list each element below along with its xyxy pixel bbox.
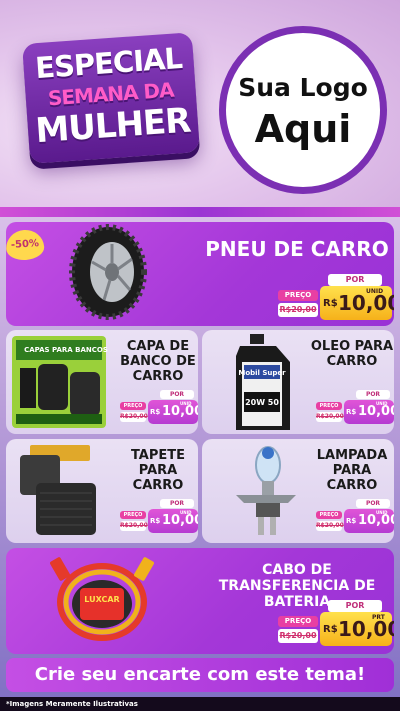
por-label: POR	[356, 499, 390, 508]
price-value: 10,00	[162, 404, 198, 419]
logo-placeholder[interactable]: Sua Logo Aqui	[219, 26, 387, 194]
new-price: R$ 10,00 UNID	[320, 286, 394, 320]
old-price: R$20,00	[278, 629, 318, 643]
por-label: POR	[328, 600, 382, 612]
new-price: R$ 10,00 UNID	[344, 400, 394, 424]
unit-label: UNID	[366, 288, 384, 295]
price-tag: POR PREÇO R$20,00 R$ 10,00 UNID	[314, 499, 394, 537]
price-value: 10,00	[338, 617, 394, 641]
old-price: R$20,00	[278, 303, 318, 317]
price-tag: POR PREÇO R$20,00 R$ 10,00 PRT	[276, 600, 394, 646]
unit-label: UNID	[376, 401, 388, 406]
product-title: LAMPADA PARA CARRO	[316, 448, 388, 493]
price-tag: POR PREÇO R$20,00 R$ 10,00 UNID	[276, 274, 394, 320]
price-tag: POR PREÇO R$20,00 R$ 10,00 UNID	[118, 390, 198, 428]
oil-brand-text: Mobil Super	[238, 369, 286, 377]
new-price: R$ 10,00 UNID	[148, 509, 198, 533]
cable-brand-text: LUXCAR	[84, 595, 119, 604]
price-value: 10,00	[162, 513, 198, 528]
product-title: OLEO PARA CARRO	[310, 339, 394, 369]
headlight-bulb-image	[236, 446, 296, 535]
preco-label: PREÇO	[278, 616, 318, 627]
old-price: R$20,00	[316, 412, 344, 422]
oil-grade-text: 20W 50	[245, 398, 279, 407]
price-tag: POR PREÇO R$20,00 R$ 10,00 UNID	[118, 499, 198, 537]
logo-text-line1: Sua Logo	[238, 73, 368, 102]
product-title: CAPA DE BANCO DE CARRO	[120, 339, 196, 384]
currency: R$	[150, 408, 161, 416]
old-price: R$20,00	[316, 521, 344, 531]
product-card-tapete[interactable]: TAPETE PARA CARRO POR PREÇO R$20,00 R$ 1…	[6, 439, 198, 543]
new-price: R$ 10,00 UNID	[148, 400, 198, 424]
product-card-capa-banco[interactable]: CAPAS PARA BANCOS CAPA DE BANCO DE CARRO…	[6, 330, 198, 434]
currency: R$	[346, 517, 357, 525]
preco-label: PREÇO	[316, 511, 342, 519]
price-tag: POR PREÇO R$20,00 R$ 10,00 UNID	[314, 390, 394, 428]
unit-label: UNID	[180, 510, 192, 515]
por-label: POR	[160, 499, 194, 508]
preco-label: PREÇO	[120, 402, 146, 410]
old-price: R$20,00	[120, 521, 148, 531]
campaign-badge: ESPECIAL SEMANA DA MULHER	[22, 32, 200, 164]
flyer-page: ESPECIAL SEMANA DA MULHER Sua Logo Aqui …	[0, 0, 400, 711]
currency: R$	[323, 298, 338, 309]
seat-cover-image: CAPAS PARA BANCOS	[12, 336, 108, 428]
currency: R$	[150, 517, 161, 525]
unit-label: PRT	[372, 614, 385, 621]
por-label: POR	[160, 390, 194, 399]
product-card-cabo-bateria[interactable]: LUXCAR CABO DE TRANSFERENCIA DE BATERIA …	[6, 548, 394, 654]
oil-bottle-image: Mobil Super 20W 50	[236, 334, 290, 430]
new-price: R$ 10,00 PRT	[320, 612, 394, 646]
disclaimer-text: *Imagens Meramente Ilustrativas	[0, 697, 400, 711]
preco-label: PREÇO	[316, 402, 342, 410]
product-card-pneu[interactable]: PNEU DE CARRO POR PREÇO R$20,00 R$ 10,00…	[6, 222, 394, 326]
product-title: TAPETE PARA CARRO	[130, 448, 186, 493]
por-label: POR	[356, 390, 390, 399]
new-price: R$ 10,00 UNID	[344, 509, 394, 533]
header-banner: ESPECIAL SEMANA DA MULHER Sua Logo Aqui	[0, 0, 400, 212]
currency: R$	[346, 408, 357, 416]
old-price: R$20,00	[120, 412, 148, 422]
cta-banner[interactable]: Crie seu encarte com este tema!	[6, 658, 394, 692]
price-value: 10,00	[358, 404, 394, 419]
product-card-oleo[interactable]: Mobil Super 20W 50 OLEO PARA CARRO POR P…	[202, 330, 394, 434]
header-divider	[0, 207, 400, 217]
car-mat-image	[20, 445, 96, 535]
price-value: 10,00	[358, 513, 394, 528]
jumper-cable-image: LUXCAR	[50, 557, 154, 641]
logo-text-line2: Aqui	[254, 107, 352, 151]
por-label: POR	[328, 274, 382, 286]
currency: R$	[323, 624, 338, 635]
product-card-lampada[interactable]: LAMPADA PARA CARRO POR PREÇO R$20,00 R$ …	[202, 439, 394, 543]
tire-image	[69, 224, 147, 320]
preco-label: PREÇO	[120, 511, 146, 519]
preco-label: PREÇO	[278, 290, 318, 301]
unit-label: UNID	[376, 510, 388, 515]
product-title: PNEU DE CARRO	[205, 237, 389, 261]
unit-label: UNID	[180, 401, 192, 406]
seat-cover-pack-text: CAPAS PARA BANCOS	[24, 346, 108, 354]
